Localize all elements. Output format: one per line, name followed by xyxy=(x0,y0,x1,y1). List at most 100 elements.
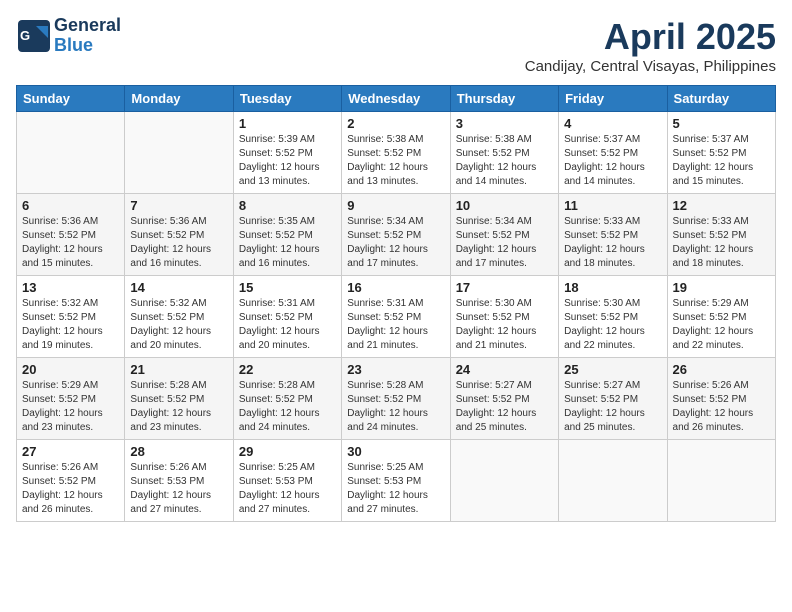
cell-info: Sunrise: 5:25 AM Sunset: 5:53 PM Dayligh… xyxy=(347,461,444,517)
calendar-cell: 20 Sunrise: 5:29 AM Sunset: 5:52 PM Dayli… xyxy=(17,358,125,440)
day-number: 21 xyxy=(130,362,227,377)
calendar-cell xyxy=(667,440,775,522)
calendar-header-tuesday: Tuesday xyxy=(233,86,341,112)
cell-info: Sunrise: 5:26 AM Sunset: 5:52 PM Dayligh… xyxy=(22,461,119,517)
day-number: 27 xyxy=(22,444,119,459)
calendar-table: SundayMondayTuesdayWednesdayThursdayFrid… xyxy=(16,85,776,522)
title-area: April 2025 Candijay, Central Visayas, Ph… xyxy=(525,16,776,75)
calendar-cell: 15Sunrise: 5:31 AM Sunset: 5:52 PM Dayli… xyxy=(233,276,341,358)
day-number: 30 xyxy=(347,444,444,459)
calendar-header-thursday: Thursday xyxy=(450,86,558,112)
cell-info: Sunrise: 5:33 AM Sunset: 5:52 PM Dayligh… xyxy=(564,215,661,271)
cell-info: Sunrise: 5:29 AM Sunset: 5:52 PM Dayligh… xyxy=(22,379,119,435)
calendar-cell: 16Sunrise: 5:31 AM Sunset: 5:52 PM Dayli… xyxy=(342,276,450,358)
cell-info: Sunrise: 5:25 AM Sunset: 5:53 PM Dayligh… xyxy=(239,461,336,517)
calendar-cell: 24 Sunrise: 5:27 AM Sunset: 5:52 PM Dayli… xyxy=(450,358,558,440)
calendar-cell: 10 Sunrise: 5:34 AM Sunset: 5:52 PM Dayli… xyxy=(450,194,558,276)
day-number: 5 xyxy=(673,116,770,131)
cell-info: Sunrise: 5:38 AM Sunset: 5:52 PM Dayligh… xyxy=(347,133,444,189)
day-number: 19 xyxy=(673,280,770,295)
day-number: 6 xyxy=(22,198,119,213)
month-title: April 2025 xyxy=(525,16,776,58)
cell-info: Sunrise: 5:31 AM Sunset: 5:52 PM Dayligh… xyxy=(239,297,336,353)
calendar-cell: 11 Sunrise: 5:33 AM Sunset: 5:52 PM Dayli… xyxy=(559,194,667,276)
calendar-header-sunday: Sunday xyxy=(17,86,125,112)
calendar-cell: 29 Sunrise: 5:25 AM Sunset: 5:53 PM Dayli… xyxy=(233,440,341,522)
calendar-header-row: SundayMondayTuesdayWednesdayThursdayFrid… xyxy=(17,86,776,112)
calendar-cell: 25 Sunrise: 5:27 AM Sunset: 5:52 PM Dayli… xyxy=(559,358,667,440)
cell-info: Sunrise: 5:28 AM Sunset: 5:52 PM Dayligh… xyxy=(130,379,227,435)
calendar-cell: 12 Sunrise: 5:33 AM Sunset: 5:52 PM Dayli… xyxy=(667,194,775,276)
calendar-header-wednesday: Wednesday xyxy=(342,86,450,112)
cell-info: Sunrise: 5:32 AM Sunset: 5:52 PM Dayligh… xyxy=(130,297,227,353)
day-number: 12 xyxy=(673,198,770,213)
day-number: 25 xyxy=(564,362,661,377)
location-subtitle: Candijay, Central Visayas, Philippines xyxy=(525,58,776,75)
day-number: 17 xyxy=(456,280,553,295)
day-number: 22 xyxy=(239,362,336,377)
day-number: 1 xyxy=(239,116,336,131)
cell-info: Sunrise: 5:29 AM Sunset: 5:52 PM Dayligh… xyxy=(673,297,770,353)
calendar-week-row: 1 Sunrise: 5:39 AM Sunset: 5:52 PM Daylig… xyxy=(17,112,776,194)
cell-info: Sunrise: 5:26 AM Sunset: 5:53 PM Dayligh… xyxy=(130,461,227,517)
calendar-week-row: 13 Sunrise: 5:32 AM Sunset: 5:52 PM Dayli… xyxy=(17,276,776,358)
svg-text:G: G xyxy=(20,28,30,43)
cell-info: Sunrise: 5:37 AM Sunset: 5:52 PM Dayligh… xyxy=(673,133,770,189)
cell-info: Sunrise: 5:32 AM Sunset: 5:52 PM Dayligh… xyxy=(22,297,119,353)
cell-info: Sunrise: 5:36 AM Sunset: 5:52 PM Dayligh… xyxy=(130,215,227,271)
calendar-cell: 22 Sunrise: 5:28 AM Sunset: 5:52 PM Dayli… xyxy=(233,358,341,440)
cell-info: Sunrise: 5:27 AM Sunset: 5:52 PM Dayligh… xyxy=(456,379,553,435)
day-number: 8 xyxy=(239,198,336,213)
logo-blue: Blue xyxy=(54,36,121,56)
cell-info: Sunrise: 5:34 AM Sunset: 5:52 PM Dayligh… xyxy=(347,215,444,271)
calendar-cell: 18Sunrise: 5:30 AM Sunset: 5:52 PM Dayli… xyxy=(559,276,667,358)
day-number: 23 xyxy=(347,362,444,377)
page-header: G General Blue April 2025 Candijay, Cent… xyxy=(16,16,776,75)
calendar-cell: 7Sunrise: 5:36 AM Sunset: 5:52 PM Daylig… xyxy=(125,194,233,276)
calendar-cell: 23 Sunrise: 5:28 AM Sunset: 5:52 PM Dayli… xyxy=(342,358,450,440)
day-number: 24 xyxy=(456,362,553,377)
day-number: 14 xyxy=(130,280,227,295)
calendar-week-row: 27 Sunrise: 5:26 AM Sunset: 5:52 PM Dayli… xyxy=(17,440,776,522)
calendar-cell: 9 Sunrise: 5:34 AM Sunset: 5:52 PM Daylig… xyxy=(342,194,450,276)
cell-info: Sunrise: 5:37 AM Sunset: 5:52 PM Dayligh… xyxy=(564,133,661,189)
calendar-cell: 21 Sunrise: 5:28 AM Sunset: 5:52 PM Dayli… xyxy=(125,358,233,440)
day-number: 11 xyxy=(564,198,661,213)
day-number: 3 xyxy=(456,116,553,131)
calendar-header-monday: Monday xyxy=(125,86,233,112)
cell-info: Sunrise: 5:35 AM Sunset: 5:52 PM Dayligh… xyxy=(239,215,336,271)
calendar-cell: 30 Sunrise: 5:25 AM Sunset: 5:53 PM Dayli… xyxy=(342,440,450,522)
cell-info: Sunrise: 5:28 AM Sunset: 5:52 PM Dayligh… xyxy=(347,379,444,435)
cell-info: Sunrise: 5:39 AM Sunset: 5:52 PM Dayligh… xyxy=(239,133,336,189)
cell-info: Sunrise: 5:34 AM Sunset: 5:52 PM Dayligh… xyxy=(456,215,553,271)
day-number: 16 xyxy=(347,280,444,295)
calendar-week-row: 6 Sunrise: 5:36 AM Sunset: 5:52 PM Daylig… xyxy=(17,194,776,276)
logo-icon: G xyxy=(16,18,52,54)
cell-info: Sunrise: 5:28 AM Sunset: 5:52 PM Dayligh… xyxy=(239,379,336,435)
calendar-header-saturday: Saturday xyxy=(667,86,775,112)
calendar-cell: 2 Sunrise: 5:38 AM Sunset: 5:52 PM Daylig… xyxy=(342,112,450,194)
day-number: 20 xyxy=(22,362,119,377)
day-number: 9 xyxy=(347,198,444,213)
calendar-cell: 14 Sunrise: 5:32 AM Sunset: 5:52 PM Dayli… xyxy=(125,276,233,358)
day-number: 13 xyxy=(22,280,119,295)
cell-info: Sunrise: 5:27 AM Sunset: 5:52 PM Dayligh… xyxy=(564,379,661,435)
calendar-cell xyxy=(125,112,233,194)
calendar-cell: 13 Sunrise: 5:32 AM Sunset: 5:52 PM Dayli… xyxy=(17,276,125,358)
day-number: 26 xyxy=(673,362,770,377)
calendar-cell xyxy=(450,440,558,522)
calendar-cell: 28Sunrise: 5:26 AM Sunset: 5:53 PM Dayli… xyxy=(125,440,233,522)
day-number: 29 xyxy=(239,444,336,459)
cell-info: Sunrise: 5:30 AM Sunset: 5:52 PM Dayligh… xyxy=(456,297,553,353)
cell-info: Sunrise: 5:33 AM Sunset: 5:52 PM Dayligh… xyxy=(673,215,770,271)
day-number: 10 xyxy=(456,198,553,213)
cell-info: Sunrise: 5:26 AM Sunset: 5:52 PM Dayligh… xyxy=(673,379,770,435)
day-number: 2 xyxy=(347,116,444,131)
calendar-cell: 4 Sunrise: 5:37 AM Sunset: 5:52 PM Daylig… xyxy=(559,112,667,194)
day-number: 4 xyxy=(564,116,661,131)
calendar-week-row: 20 Sunrise: 5:29 AM Sunset: 5:52 PM Dayli… xyxy=(17,358,776,440)
calendar-cell: 19 Sunrise: 5:29 AM Sunset: 5:52 PM Dayli… xyxy=(667,276,775,358)
calendar-cell: 3 Sunrise: 5:38 AM Sunset: 5:52 PM Daylig… xyxy=(450,112,558,194)
cell-info: Sunrise: 5:38 AM Sunset: 5:52 PM Dayligh… xyxy=(456,133,553,189)
calendar-cell: 26 Sunrise: 5:26 AM Sunset: 5:52 PM Dayli… xyxy=(667,358,775,440)
